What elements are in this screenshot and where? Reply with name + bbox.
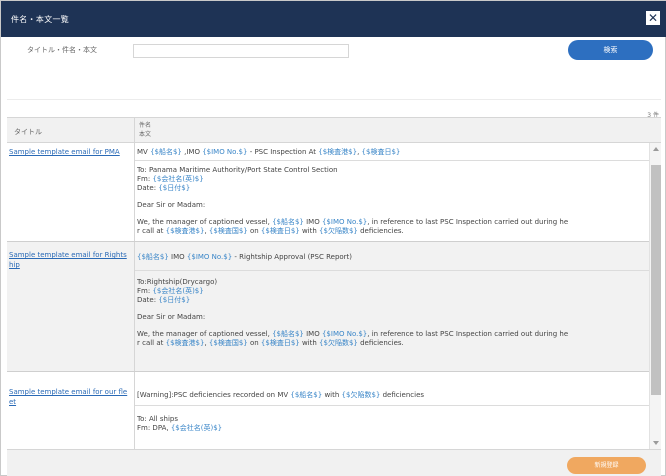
row-body: To:Rightship(Drycargo) Fm: {$会社名(英)$} Da… (137, 278, 569, 347)
table-row[interactable]: Sample template email for Rightship {$船名… (7, 242, 649, 372)
row-subject: {$船名$} IMO {$IMO No.$} - Rightship Appro… (137, 253, 353, 261)
row-subject: MV {$船名$} ,IMO {$IMO No.$} - PSC Inspect… (137, 148, 401, 156)
scroll-down-arrow-icon[interactable] (653, 441, 659, 445)
subject-body-divider (135, 160, 649, 161)
search-panel: タイトル・件名・本文 検索 (7, 37, 661, 99)
close-icon[interactable]: ✕ (646, 11, 660, 25)
search-button[interactable]: 検索 (568, 40, 653, 60)
column-header-subject-line: 件名 (139, 122, 152, 129)
row-divider (134, 143, 135, 241)
row-divider (134, 372, 135, 449)
search-input[interactable] (133, 44, 349, 58)
footer-bar: 新規登録 (7, 449, 661, 476)
row-body: To: All ships Fm: DPA, {$会社名(英)$} (137, 415, 223, 432)
row-body: To: Panama Maritime Authority/Port State… (137, 166, 569, 235)
column-header-subject: 件名 本文 (139, 121, 151, 139)
row-title-link[interactable]: Sample template email for our fleet (9, 387, 130, 407)
result-count-bar: 3 件 (7, 99, 661, 119)
subject-body-divider (135, 270, 649, 271)
row-title-link[interactable]: Sample template email for Rightship (9, 250, 130, 270)
table-header: タイトル 件名 本文 (7, 117, 661, 144)
titlebar: 件名・本文一覧 ✕ (1, 1, 666, 37)
table-row[interactable]: Sample template email for our fleet [War… (7, 372, 649, 449)
window-title: 件名・本文一覧 (11, 15, 70, 24)
column-header-body-line: 本文 (139, 131, 152, 138)
template-list: Sample template email for PMA MV {$船名$} … (7, 143, 661, 449)
search-label: タイトル・件名・本文 (27, 46, 97, 54)
dialog-window: 件名・本文一覧 ✕ タイトル・件名・本文 検索 3 件 タイトル 件名 本文 S… (0, 0, 666, 476)
column-divider (134, 118, 135, 144)
scroll-thumb[interactable] (651, 165, 661, 395)
subject-body-divider (135, 405, 649, 406)
row-divider (134, 242, 135, 371)
scroll-up-arrow-icon[interactable] (653, 147, 659, 151)
table-row[interactable]: Sample template email for PMA MV {$船名$} … (7, 143, 649, 242)
row-subject: [Warning]:PSC deficiencies recorded on M… (137, 391, 425, 399)
row-title-link[interactable]: Sample template email for PMA (9, 147, 130, 157)
vertical-scrollbar[interactable] (649, 143, 661, 449)
new-register-button[interactable]: 新規登録 (567, 457, 646, 474)
column-header-title: タイトル (14, 128, 42, 136)
